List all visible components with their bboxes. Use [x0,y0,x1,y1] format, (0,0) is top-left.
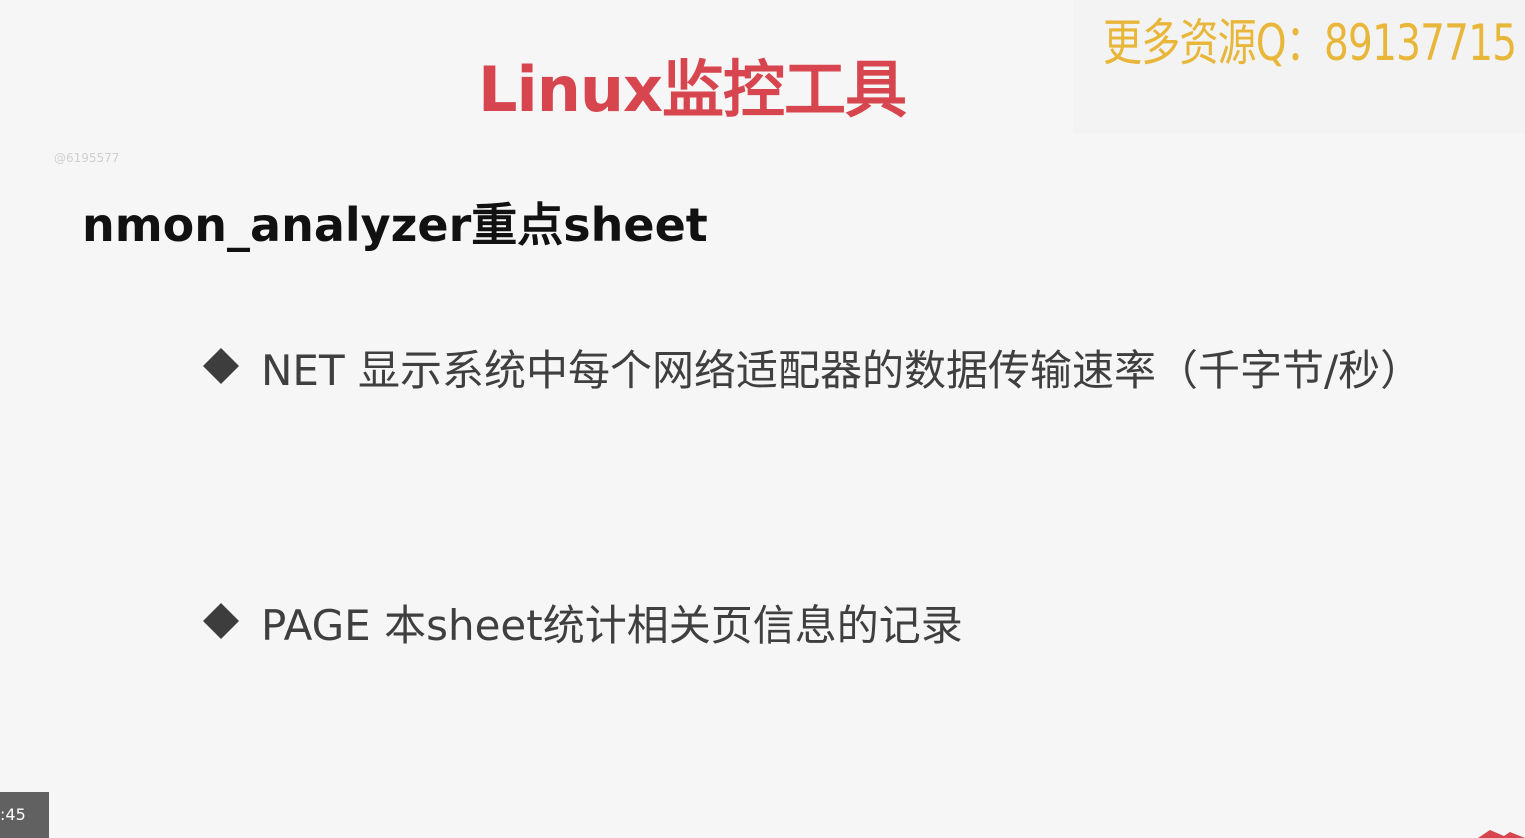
slide-title: Linux监控工具 [478,53,907,126]
bullet-item-page: PAGE 本sheet统计相关页信息的记录 [203,585,1023,667]
resource-watermark: 更多资源Q：89137715 [1103,14,1517,72]
bullet-text: NET 显示系统中每个网络适配器的数据传输速率（千字节/秒） [261,346,1423,395]
bullet-text: PAGE 本sheet统计相关页信息的记录 [261,601,963,650]
diamond-bullet-icon [203,348,239,384]
small-mark: @6195577 [54,151,120,165]
bullet-item-net: NET 显示系统中每个网络适配器的数据传输速率（千字节/秒） [203,330,1493,412]
corner-mark-icon [1478,830,1525,838]
video-time-badge: :45 [0,792,49,838]
diamond-bullet-icon [203,603,239,639]
section-heading: nmon_analyzer重点sheet [82,198,708,252]
